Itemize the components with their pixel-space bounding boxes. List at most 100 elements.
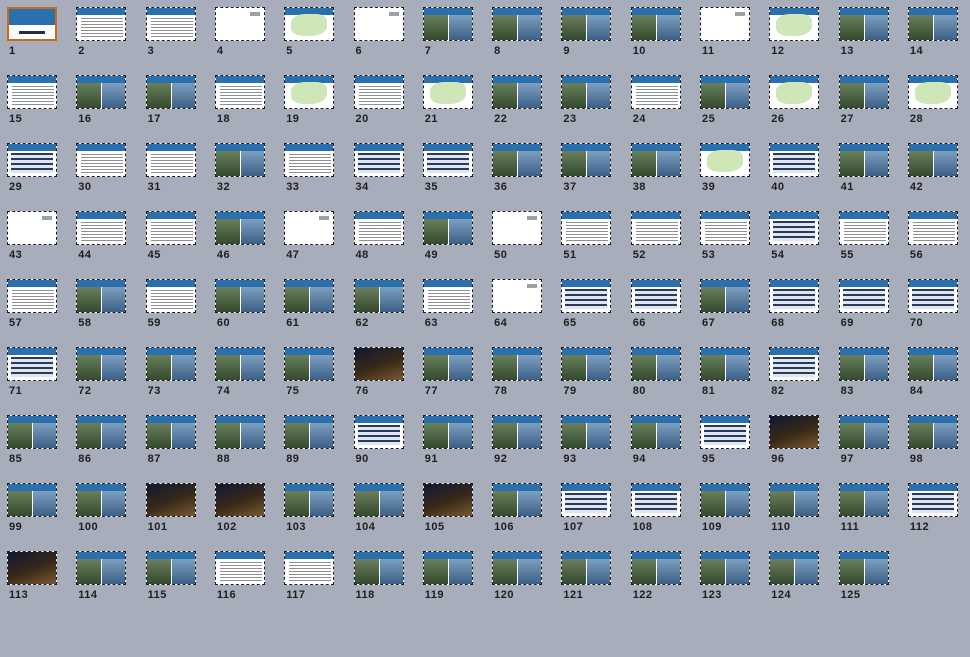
slide-thumbnail-26[interactable]: 26 — [762, 70, 828, 134]
slide-preview[interactable] — [145, 347, 196, 381]
slide-preview[interactable] — [630, 143, 681, 177]
slide-preview[interactable] — [214, 75, 265, 109]
slide-preview[interactable] — [700, 279, 750, 313]
slide-thumbnail-118[interactable]: 118 — [347, 546, 413, 610]
slide-preview[interactable] — [561, 7, 612, 41]
slide-preview[interactable] — [145, 7, 196, 41]
slide-thumbnail-31[interactable]: 31 — [139, 138, 205, 202]
slide-thumbnail-23[interactable]: 23 — [554, 70, 620, 134]
slide-preview[interactable] — [422, 415, 473, 449]
slide-thumbnail-99[interactable]: 99 — [0, 478, 66, 542]
slide-thumbnail-47[interactable]: 47 — [277, 206, 343, 270]
slide-thumbnail-3[interactable]: 3 — [139, 2, 205, 66]
slide-preview[interactable] — [422, 75, 473, 109]
slide-thumbnail-53[interactable]: 53 — [693, 206, 759, 270]
slide-thumbnail-82[interactable]: 82 — [762, 342, 828, 406]
slide-thumbnail-72[interactable]: 72 — [69, 342, 135, 406]
slide-preview[interactable] — [353, 211, 404, 245]
slide-thumbnail-2[interactable]: 2 — [69, 2, 135, 66]
slide-thumbnail-34[interactable]: 34 — [347, 138, 413, 202]
slide-preview[interactable] — [76, 279, 127, 313]
slide-preview[interactable] — [769, 279, 820, 313]
slide-thumbnail-87[interactable]: 87 — [139, 410, 205, 474]
slide-preview[interactable] — [907, 279, 958, 313]
slide-thumbnail-83[interactable]: 83 — [832, 342, 898, 406]
slide-thumbnail-117[interactable]: 117 — [277, 546, 343, 610]
slide-thumbnail-27[interactable]: 27 — [832, 70, 898, 134]
slide-thumbnail-101[interactable]: 101 — [139, 478, 205, 542]
slide-thumbnail-14[interactable]: 14 — [901, 2, 967, 66]
slide-thumbnail-54[interactable]: 54 — [762, 206, 828, 270]
slide-thumbnail-123[interactable]: 123 — [693, 546, 759, 610]
slide-preview[interactable] — [700, 347, 750, 381]
slide-thumbnail-22[interactable]: 22 — [485, 70, 551, 134]
slide-thumbnail-35[interactable]: 35 — [416, 138, 482, 202]
slide-thumbnail-10[interactable]: 10 — [624, 2, 690, 66]
slide-thumbnail-120[interactable]: 120 — [485, 546, 551, 610]
slide-preview[interactable] — [353, 551, 404, 585]
slide-preview[interactable] — [838, 347, 889, 381]
slide-thumbnail-8[interactable]: 8 — [485, 2, 551, 66]
slide-thumbnail-109[interactable]: 109 — [693, 478, 759, 542]
slide-thumbnail-7[interactable]: 7 — [416, 2, 482, 66]
slide-thumbnail-30[interactable]: 30 — [69, 138, 135, 202]
slide-thumbnail-33[interactable]: 33 — [277, 138, 343, 202]
slide-preview[interactable] — [838, 415, 889, 449]
slide-thumbnail-71[interactable]: 71 — [0, 342, 66, 406]
slide-thumbnail-44[interactable]: 44 — [69, 206, 135, 270]
slide-preview[interactable] — [353, 143, 404, 177]
slide-preview[interactable] — [145, 415, 196, 449]
slide-preview[interactable] — [769, 75, 820, 109]
slide-preview[interactable] — [145, 143, 196, 177]
slide-thumbnail-5[interactable]: 5 — [277, 2, 343, 66]
slide-thumbnail-65[interactable]: 65 — [554, 274, 620, 338]
slide-thumbnail-64[interactable]: 64 — [485, 274, 551, 338]
slide-thumbnail-106[interactable]: 106 — [485, 478, 551, 542]
slide-thumbnail-73[interactable]: 73 — [139, 342, 205, 406]
slide-thumbnail-84[interactable]: 84 — [901, 342, 967, 406]
slide-preview[interactable] — [907, 75, 958, 109]
slide-preview[interactable] — [838, 483, 889, 517]
slide-preview[interactable] — [769, 347, 820, 381]
slide-thumbnail-110[interactable]: 110 — [762, 478, 828, 542]
slide-thumbnail-92[interactable]: 92 — [485, 410, 551, 474]
slide-preview[interactable] — [284, 211, 335, 245]
slide-thumbnail-36[interactable]: 36 — [485, 138, 551, 202]
slide-preview[interactable] — [145, 211, 196, 245]
slide-thumbnail-80[interactable]: 80 — [624, 342, 690, 406]
slide-preview[interactable] — [76, 7, 127, 41]
slide-preview[interactable] — [492, 143, 543, 177]
slide-thumbnail-62[interactable]: 62 — [347, 274, 413, 338]
slide-preview[interactable] — [561, 75, 612, 109]
slide-preview[interactable] — [492, 211, 543, 245]
slide-preview[interactable] — [561, 551, 612, 585]
slide-preview[interactable] — [492, 7, 543, 41]
slide-preview[interactable] — [700, 211, 750, 245]
slide-thumbnail-60[interactable]: 60 — [208, 274, 274, 338]
slide-thumbnail-24[interactable]: 24 — [624, 70, 690, 134]
slide-thumbnail-81[interactable]: 81 — [693, 342, 759, 406]
slide-preview[interactable] — [907, 7, 958, 41]
slide-thumbnail-6[interactable]: 6 — [347, 2, 413, 66]
slide-preview[interactable] — [353, 7, 404, 41]
slide-preview[interactable] — [284, 347, 335, 381]
slide-thumbnail-79[interactable]: 79 — [554, 342, 620, 406]
slide-preview[interactable] — [492, 347, 543, 381]
slide-thumbnail-11[interactable]: 11 — [693, 2, 759, 66]
slide-preview[interactable] — [7, 143, 57, 177]
slide-thumbnail-112[interactable]: 112 — [901, 478, 967, 542]
slide-preview[interactable] — [76, 143, 127, 177]
slide-preview[interactable] — [700, 415, 750, 449]
slide-thumbnail-37[interactable]: 37 — [554, 138, 620, 202]
slide-preview[interactable] — [492, 279, 543, 313]
slide-preview[interactable] — [76, 551, 127, 585]
slide-thumbnail-113[interactable]: 113 — [0, 546, 66, 610]
slide-thumbnail-98[interactable]: 98 — [901, 410, 967, 474]
slide-preview[interactable] — [838, 7, 889, 41]
slide-preview[interactable] — [907, 143, 958, 177]
slide-thumbnail-4[interactable]: 4 — [208, 2, 274, 66]
slide-thumbnail-90[interactable]: 90 — [347, 410, 413, 474]
slide-preview[interactable] — [630, 551, 681, 585]
slide-thumbnail-48[interactable]: 48 — [347, 206, 413, 270]
slide-preview[interactable] — [422, 551, 473, 585]
